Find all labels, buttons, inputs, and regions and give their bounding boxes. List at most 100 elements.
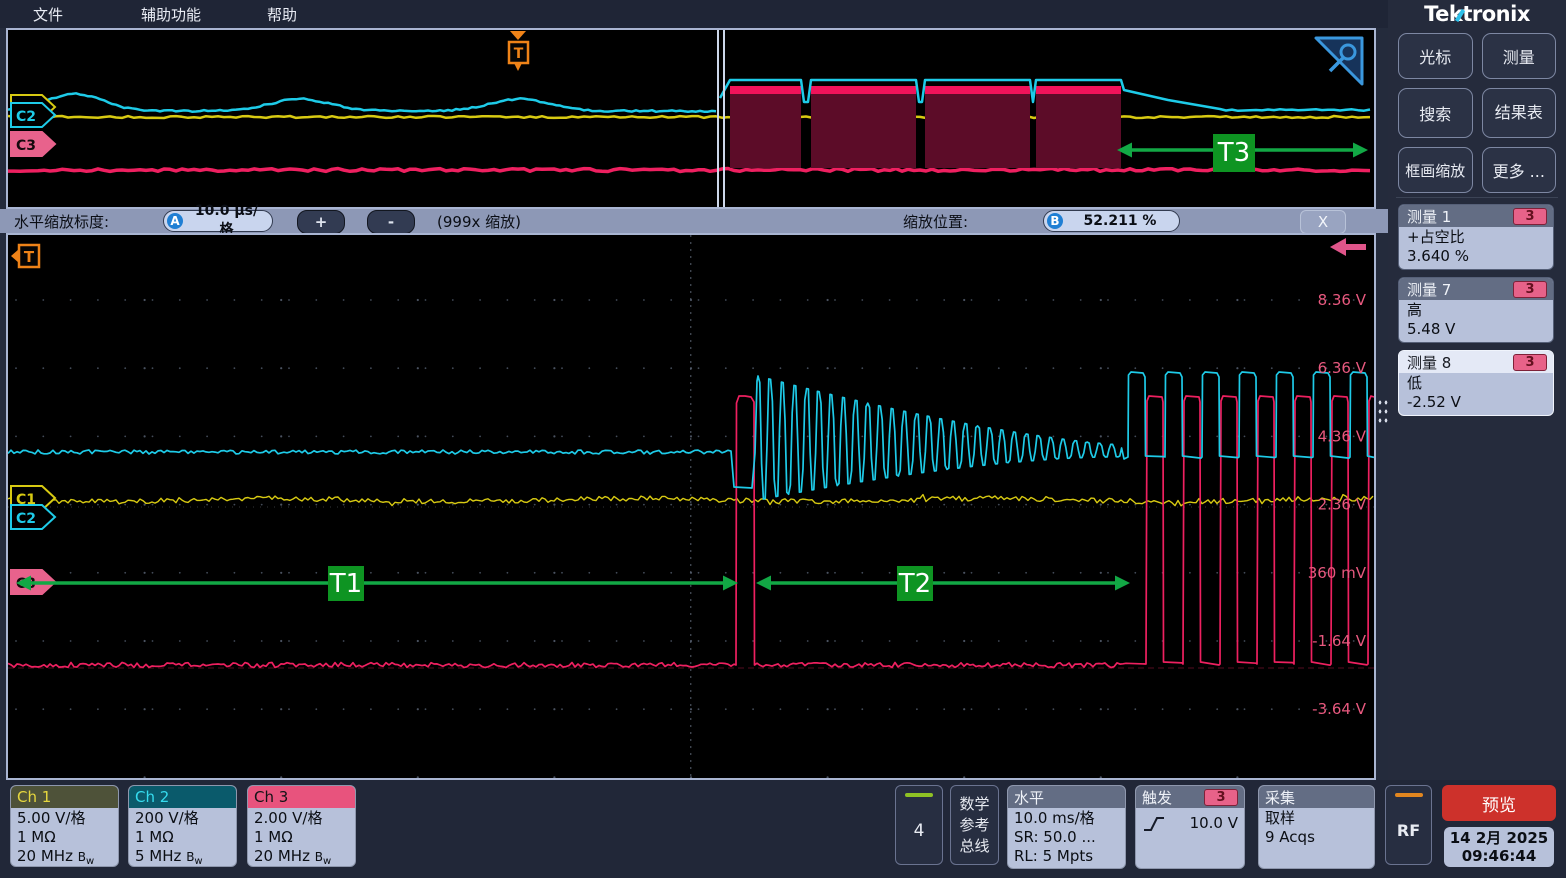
channel-3-impedance: 1 MΩ [254,828,349,847]
measurement-badge-8[interactable]: 测量 8 3 低 -2.52 V [1398,350,1554,416]
channel-2-badge[interactable]: Ch 2 200 V/格 1 MΩ 5 MHz Bw [128,785,237,867]
overview-waveform-panel[interactable]: TC1C2C3 T3 [6,28,1376,209]
voltage-label: -1.64 V [1312,632,1367,650]
t1-annotation-label: T1 [328,566,364,601]
zoom-control-bar: 水平缩放标度: A 10.0 µs/格 + - (999x 缩放) 缩放位置: … [0,209,1388,233]
channel-1-bandwidth: 20 MHz Bw [17,847,112,867]
channel-3-header: Ch 3 [248,786,355,808]
trigger-source-badge: 3 [1204,789,1238,806]
channel-1-scale: 5.00 V/格 [17,809,112,828]
math-ref-bus-button[interactable]: 数学 参考 总线 [950,785,999,865]
measurement-badge-1[interactable]: 测量 1 3 +占空比 3.640 % [1398,204,1554,270]
date-label: 14 2月 2025 [1450,829,1549,847]
acquisition-mode: 取样 [1265,809,1368,828]
bottom-bar: Ch 1 5.00 V/格 1 MΩ 20 MHz Bw Ch 2 200 V/… [0,780,1566,878]
measurement-1-title: 测量 1 [1407,206,1451,227]
channel-1-badge[interactable]: Ch 1 5.00 V/格 1 MΩ 20 MHz Bw [10,785,119,867]
trigger-title: 触发 [1142,787,1172,808]
zoom-position-label: 缩放位置: [903,210,968,232]
measurement-8-name: 低 [1407,374,1545,393]
menu-bar: 文件 辅助功能 帮助 [0,0,1388,28]
channel-2-scale: 200 V/格 [135,809,230,828]
horizontal-badge[interactable]: 水平 10.0 ms/格 SR: 50.0 ... RL: 5 Mpts [1007,785,1126,869]
measurement-stack: 测量 1 3 +占空比 3.640 % 测量 7 3 高 5.48 V 测量 8 [1398,204,1554,416]
trigger-badge[interactable]: 触发 3 10.0 V [1135,785,1245,869]
zoom-position-knob[interactable]: B 52.211 % [1043,210,1180,232]
zoom-position-value: 52.211 % [1071,213,1169,229]
svg-text:C2: C2 [16,511,36,527]
more-button[interactable]: 更多 ... [1482,147,1557,193]
channel-1-settings: 5.00 V/格 1 MΩ 20 MHz Bw [11,808,118,867]
channel-2-header: Ch 2 [129,786,236,808]
zoom-close-button[interactable]: X [1300,210,1346,234]
zoom-out-button[interactable]: - [367,210,415,234]
sidebar-button-grid: 光标 测量 搜索 结果表 框画缩放 更多 ... [1398,33,1556,193]
search-button[interactable]: 搜索 [1398,88,1473,138]
tektronix-logo: Tektronix [1388,2,1566,26]
measurement-7-source-badge: 3 [1513,281,1547,298]
channel-3-scale: 2.00 V/格 [254,809,349,828]
rf-label: RF [1397,797,1420,864]
knob-b-icon: B [1047,213,1063,229]
channel-2-settings: 200 V/格 1 MΩ 5 MHz Bw [129,808,236,867]
measurement-7-title: 测量 7 [1407,279,1451,300]
measurement-8-body: 低 -2.52 V [1399,373,1553,415]
aux-channel-4-button[interactable]: 4 [895,785,943,865]
horizontal-header: 水平 [1008,786,1125,808]
voltage-label: -3.64 V [1312,700,1367,718]
rising-edge-icon [1142,815,1166,833]
channel-3-settings: 2.00 V/格 1 MΩ 20 MHz Bw [248,808,355,867]
measurement-8-title: 测量 8 [1407,352,1451,373]
acquisition-header: 采集 [1259,786,1374,808]
measure-button[interactable]: 测量 [1482,33,1557,79]
cursor-button[interactable]: 光标 [1398,33,1473,79]
bus-label: 总线 [959,836,989,857]
results-table-button[interactable]: 结果表 [1482,88,1557,138]
measurement-1-body: +占空比 3.640 % [1399,227,1553,269]
horizontal-scale: 10.0 ms/格 [1014,809,1119,828]
main-waveform-svg: C1C2C3T8.36 V6.36 V4.36 V2.36 V360 mV-1.… [8,235,1374,778]
channel-tag-C2[interactable]: C2 [11,505,55,529]
time-label: 09:46:44 [1462,847,1537,865]
menu-utility[interactable]: 辅助功能 [141,4,201,25]
svg-text:C2: C2 [16,109,36,125]
menu-file[interactable]: 文件 [33,4,63,25]
panel-resize-handle[interactable] [1377,398,1389,425]
channel-3-badge[interactable]: Ch 3 2.00 V/格 1 MΩ 20 MHz Bw [247,785,356,867]
measurement-7-body: 高 5.48 V [1399,300,1553,342]
channel-4-label: 4 [914,797,925,864]
measurement-1-name: +占空比 [1407,228,1545,247]
math-label: 数学 [959,794,989,815]
svg-text:T: T [24,248,35,266]
results-table-label: 结果表 [1495,104,1543,122]
voltage-label: 360 mV [1308,564,1367,582]
trigger-header: 触发 3 [1136,786,1244,808]
box-zoom-button[interactable]: 框画缩放 [1398,147,1473,193]
voltage-label: 6.36 V [1318,359,1367,377]
trigger-settings: 10.0 V [1136,808,1244,834]
sidebar-divider [1396,197,1558,198]
measurement-7-value: 5.48 V [1407,320,1545,339]
menu-help[interactable]: 帮助 [267,4,297,25]
zoom-scale-knob[interactable]: A 10.0 µs/格 [163,210,273,232]
channel-1-impedance: 1 MΩ [17,828,112,847]
knob-a-icon: A [167,213,183,229]
zoom-in-button[interactable]: + [297,210,345,234]
measurement-badge-7[interactable]: 测量 7 3 高 5.48 V [1398,277,1554,343]
preview-button[interactable]: 预览 [1442,785,1556,821]
t3-annotation-label: T3 [1213,134,1255,172]
t2-annotation-label: T2 [897,566,933,601]
overview-waveform-svg: TC1C2C3 [8,30,1374,207]
measurement-1-header: 测量 1 3 [1399,205,1553,227]
main-waveform-panel[interactable]: C1C2C3T8.36 V6.36 V4.36 V2.36 V360 mV-1.… [6,233,1376,780]
channel-3-bandwidth: 20 MHz Bw [254,847,349,867]
measurement-1-value: 3.640 % [1407,247,1545,266]
acquisition-badge[interactable]: 采集 取样 9 Acqs [1258,785,1375,869]
rf-button[interactable]: RF [1385,785,1432,865]
zoom-overview-icon[interactable] [1316,38,1362,84]
voltage-label: 8.36 V [1318,291,1367,309]
channel-tag-C3[interactable]: C3 [11,132,55,156]
voltage-label: 2.36 V [1318,496,1367,514]
channel-2-bandwidth: 5 MHz Bw [135,847,230,867]
measurement-7-header: 测量 7 3 [1399,278,1553,300]
